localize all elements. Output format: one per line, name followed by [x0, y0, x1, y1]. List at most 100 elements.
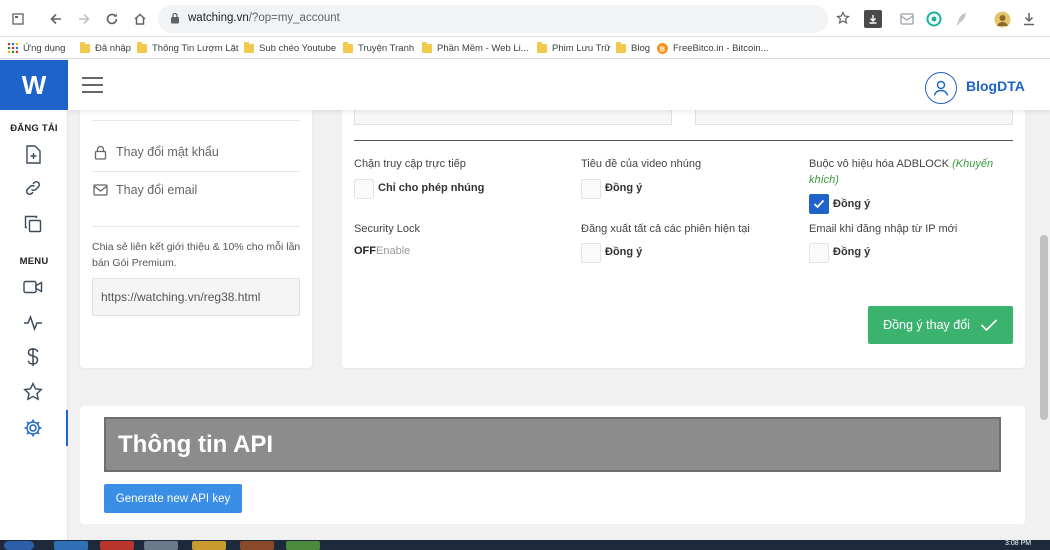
video-icon[interactable]: [22, 276, 44, 298]
bookmark-sub-cheo[interactable]: Sub chéo Youtube: [244, 41, 336, 55]
logout-all-label: Đăng xuất tất cả các phiên hiện tại: [581, 223, 750, 235]
save-changes-button[interactable]: Đồng ý thay đổi: [868, 306, 1013, 344]
force-adblock-text: Buộc vô hiệu hóa ADBLOCK: [809, 158, 950, 170]
scrollbar[interactable]: [1038, 60, 1050, 540]
activity-icon[interactable]: [22, 312, 44, 334]
url-text: watching.vn/?op=my_account: [188, 12, 340, 24]
taskbar-clock: 3:08 PM: [1005, 540, 1032, 547]
save-button-label: Đồng ý thay đổi: [883, 318, 970, 332]
star-icon[interactable]: [22, 381, 44, 403]
lock-icon: [170, 12, 180, 24]
browser-toolbar: watching.vn/?op=my_account: [0, 0, 1050, 37]
settings-gear-icon[interactable]: [22, 417, 44, 439]
link-icon[interactable]: [22, 177, 44, 199]
bookmark-da-nhap[interactable]: Đã nhập: [80, 41, 131, 55]
downloads-icon[interactable]: [1020, 10, 1038, 28]
dollar-icon[interactable]: [22, 346, 44, 368]
folder-icon: [537, 41, 547, 53]
svg-text:B: B: [660, 44, 666, 53]
security-lock-label: Security Lock: [354, 223, 421, 235]
bitcoin-icon: B: [657, 42, 668, 54]
change-email-label: Thay đổi email: [116, 183, 198, 197]
bookmark-label: Phần Mềm - Web Li...: [437, 42, 529, 54]
home-icon[interactable]: [130, 9, 150, 29]
email-new-ip-checkbox[interactable]: [809, 243, 829, 263]
apps-icon: [8, 43, 18, 53]
change-password-label: Thay đổi mật khẩu: [116, 145, 219, 159]
back-icon[interactable]: [46, 9, 66, 29]
taskbar-app-media[interactable]: [192, 541, 226, 550]
folder-icon: [616, 41, 626, 53]
reload-icon[interactable]: [102, 9, 122, 29]
api-title: Thông tin API: [118, 431, 274, 458]
bookmark-blog[interactable]: Blog: [616, 41, 650, 55]
settings-card: Chặn truy cập trực tiếp Chỉ cho phép nhú…: [342, 110, 1025, 368]
taskbar-app-ie[interactable]: [54, 541, 88, 550]
feather-ext-icon[interactable]: [952, 10, 970, 28]
taskbar-app-explorer[interactable]: [144, 541, 178, 550]
bookmark-label: Ứng dụng: [23, 42, 66, 54]
copy-icon[interactable]: [22, 213, 44, 235]
browser-chrome: watching.vn/?op=my_account Ứng dụng Đã n…: [0, 0, 1050, 60]
taskbar-app-player[interactable]: [240, 541, 274, 550]
forward-icon[interactable]: [74, 9, 94, 29]
bookmark-truyen-tranh[interactable]: Truyện Tranh: [343, 41, 414, 55]
bookmark-star-icon[interactable]: [836, 11, 850, 25]
download-ext-icon[interactable]: [864, 10, 882, 28]
top-field-right[interactable]: [695, 110, 1013, 125]
change-email-link[interactable]: Thay đổi email: [92, 180, 197, 200]
folder-icon: [422, 41, 432, 53]
logo-letter: W: [21, 69, 47, 100]
referral-description: Chia sẻ liên kết giới thiệu & 10% cho mỗ…: [92, 241, 301, 269]
mail-ext-icon[interactable]: [898, 10, 916, 28]
bookmark-apps[interactable]: Ứng dụng: [8, 41, 65, 55]
tab-icon[interactable]: [8, 9, 28, 29]
folder-icon: [80, 41, 90, 53]
embed-title-option: Đồng ý: [605, 182, 643, 194]
scrollbar-thumb[interactable]: [1040, 235, 1048, 420]
email-new-ip-option: Đồng ý: [833, 246, 871, 258]
top-field-left[interactable]: [354, 110, 672, 125]
generate-api-key-button[interactable]: Generate new API key: [104, 484, 242, 513]
section-divider: [354, 140, 1013, 141]
bookmark-phan-mem[interactable]: Phần Mềm - Web Li...: [422, 41, 529, 55]
taskbar-app-chrome[interactable]: [100, 541, 134, 550]
force-adblock-label: Buộc vô hiệu hóa ADBLOCK (Khuyến khích): [809, 156, 999, 188]
profile-avatar-icon[interactable]: [993, 10, 1011, 28]
block-direct-checkbox[interactable]: [354, 179, 374, 199]
embed-title-checkbox[interactable]: [581, 179, 601, 199]
logout-all-option: Đồng ý: [605, 246, 643, 258]
taskbar-app-editor[interactable]: [286, 541, 320, 550]
security-lock-enable-link[interactable]: Enable: [376, 245, 410, 257]
folder-icon: [137, 41, 147, 53]
change-password-link[interactable]: Thay đổi mật khẩu: [92, 142, 219, 162]
logout-all-checkbox[interactable]: [581, 243, 601, 263]
start-button[interactable]: [4, 541, 34, 550]
api-title-banner: Thông tin API: [104, 417, 1001, 472]
active-indicator: [66, 410, 68, 446]
api-card: Thông tin API Generate new API key: [80, 406, 1025, 524]
bookmark-freebitcoin[interactable]: B FreeBitco.in - Bitcoin...: [657, 41, 769, 55]
folder-icon: [343, 41, 353, 53]
security-lock-state: OFF: [354, 245, 376, 257]
upload-heading: ĐĂNG TẢI: [10, 123, 58, 134]
bookmark-phim-luu-tru[interactable]: Phim Lưu Trữ: [537, 41, 611, 55]
hamburger-menu-icon[interactable]: [82, 77, 103, 93]
address-bar[interactable]: watching.vn/?op=my_account: [158, 5, 850, 33]
site-logo[interactable]: W: [0, 60, 68, 110]
envelope-icon: [92, 182, 108, 198]
divider: [92, 120, 300, 121]
force-adblock-checkbox[interactable]: [809, 194, 829, 214]
menu-heading: MENU: [19, 256, 49, 267]
force-adblock-option: Đồng ý: [833, 198, 871, 210]
vpn-ext-icon[interactable]: [925, 10, 943, 28]
embed-title-label: Tiêu đề của video nhúng: [581, 158, 702, 170]
referral-link-field[interactable]: [92, 278, 300, 316]
user-icon[interactable]: [925, 72, 957, 104]
upload-file-icon[interactable]: [22, 143, 44, 165]
folder-icon: [244, 41, 254, 53]
bookmark-label: Truyện Tranh: [358, 42, 415, 54]
bookmark-thong-tin[interactable]: Thông Tin Lượm Lặt: [137, 41, 239, 55]
user-name[interactable]: BlogDTA: [966, 78, 1025, 94]
divider: [92, 226, 300, 227]
